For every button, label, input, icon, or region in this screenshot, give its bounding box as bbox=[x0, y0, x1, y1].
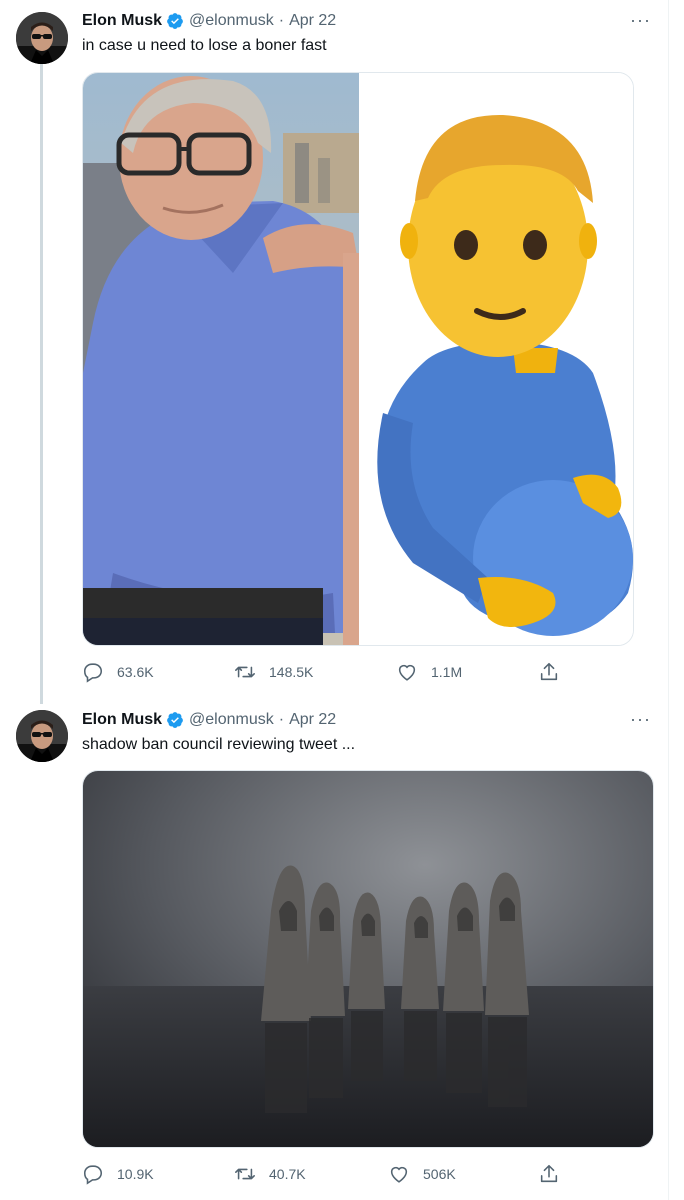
retweet-button[interactable]: 148.5K bbox=[234, 660, 313, 684]
tweet-actions: 63.6K 148.5K 1.1M bbox=[82, 660, 642, 684]
author-name[interactable]: Elon Musk bbox=[82, 12, 162, 30]
tweet-header: Elon Musk @elonmusk · Apr 22 bbox=[82, 709, 336, 731]
tweet[interactable]: Elon Musk @elonmusk · Apr 22 ··· shadow … bbox=[0, 700, 668, 1200]
tweet-media[interactable] bbox=[82, 770, 654, 1148]
tweet-text: shadow ban council reviewing tweet ... bbox=[82, 736, 356, 753]
reply-count: 10.9K bbox=[117, 1166, 154, 1182]
tweet[interactable]: Elon Musk @elonmusk · Apr 22 ··· in case… bbox=[0, 0, 668, 704]
more-options-icon[interactable]: ··· bbox=[630, 10, 651, 31]
reply-icon bbox=[83, 663, 103, 683]
retweet-count: 40.7K bbox=[269, 1166, 306, 1182]
media-image bbox=[83, 73, 633, 645]
timeline-border bbox=[668, 0, 669, 1200]
retweet-button[interactable]: 40.7K bbox=[234, 1162, 306, 1186]
tweet-header: Elon Musk @elonmusk · Apr 22 bbox=[82, 10, 336, 32]
verified-badge-icon bbox=[167, 13, 183, 29]
author-handle[interactable]: @elonmusk bbox=[189, 711, 274, 729]
tweet-text: in case u need to lose a boner fast bbox=[82, 37, 327, 54]
tweet-media[interactable] bbox=[82, 72, 634, 646]
retweet-count: 148.5K bbox=[269, 664, 314, 680]
like-icon bbox=[390, 1166, 408, 1183]
separator-dot: · bbox=[278, 711, 285, 728]
more-options-icon[interactable]: ··· bbox=[630, 709, 651, 730]
avatar-image bbox=[16, 710, 68, 762]
author-name[interactable]: Elon Musk bbox=[82, 711, 162, 729]
like-count: 1.1M bbox=[431, 664, 463, 680]
like-button[interactable]: 506K bbox=[388, 1162, 456, 1186]
avatar[interactable] bbox=[16, 710, 68, 762]
tweet-date[interactable]: Apr 22 bbox=[289, 12, 336, 30]
retweet-icon bbox=[235, 666, 255, 678]
share-button[interactable] bbox=[538, 1162, 560, 1186]
share-button[interactable] bbox=[538, 660, 560, 684]
separator-dot: · bbox=[278, 12, 285, 29]
author-handle[interactable]: @elonmusk bbox=[189, 12, 274, 30]
share-icon bbox=[540, 662, 558, 681]
like-button[interactable]: 1.1M bbox=[396, 660, 462, 684]
tweet-actions: 10.9K 40.7K 506K bbox=[82, 1162, 642, 1186]
media-image bbox=[83, 771, 653, 1147]
reply-button[interactable]: 63.6K bbox=[82, 660, 154, 684]
avatar[interactable] bbox=[16, 12, 68, 64]
avatar-image bbox=[16, 12, 68, 64]
retweet-icon bbox=[235, 1168, 255, 1180]
tweet-date[interactable]: Apr 22 bbox=[289, 711, 336, 729]
reply-button[interactable]: 10.9K bbox=[82, 1162, 154, 1186]
reply-count: 63.6K bbox=[117, 664, 154, 680]
verified-badge-icon bbox=[167, 712, 183, 728]
thread-line bbox=[40, 64, 43, 704]
like-count: 506K bbox=[423, 1166, 456, 1182]
like-icon bbox=[398, 664, 416, 681]
reply-icon bbox=[83, 1165, 103, 1185]
share-icon bbox=[540, 1164, 558, 1183]
